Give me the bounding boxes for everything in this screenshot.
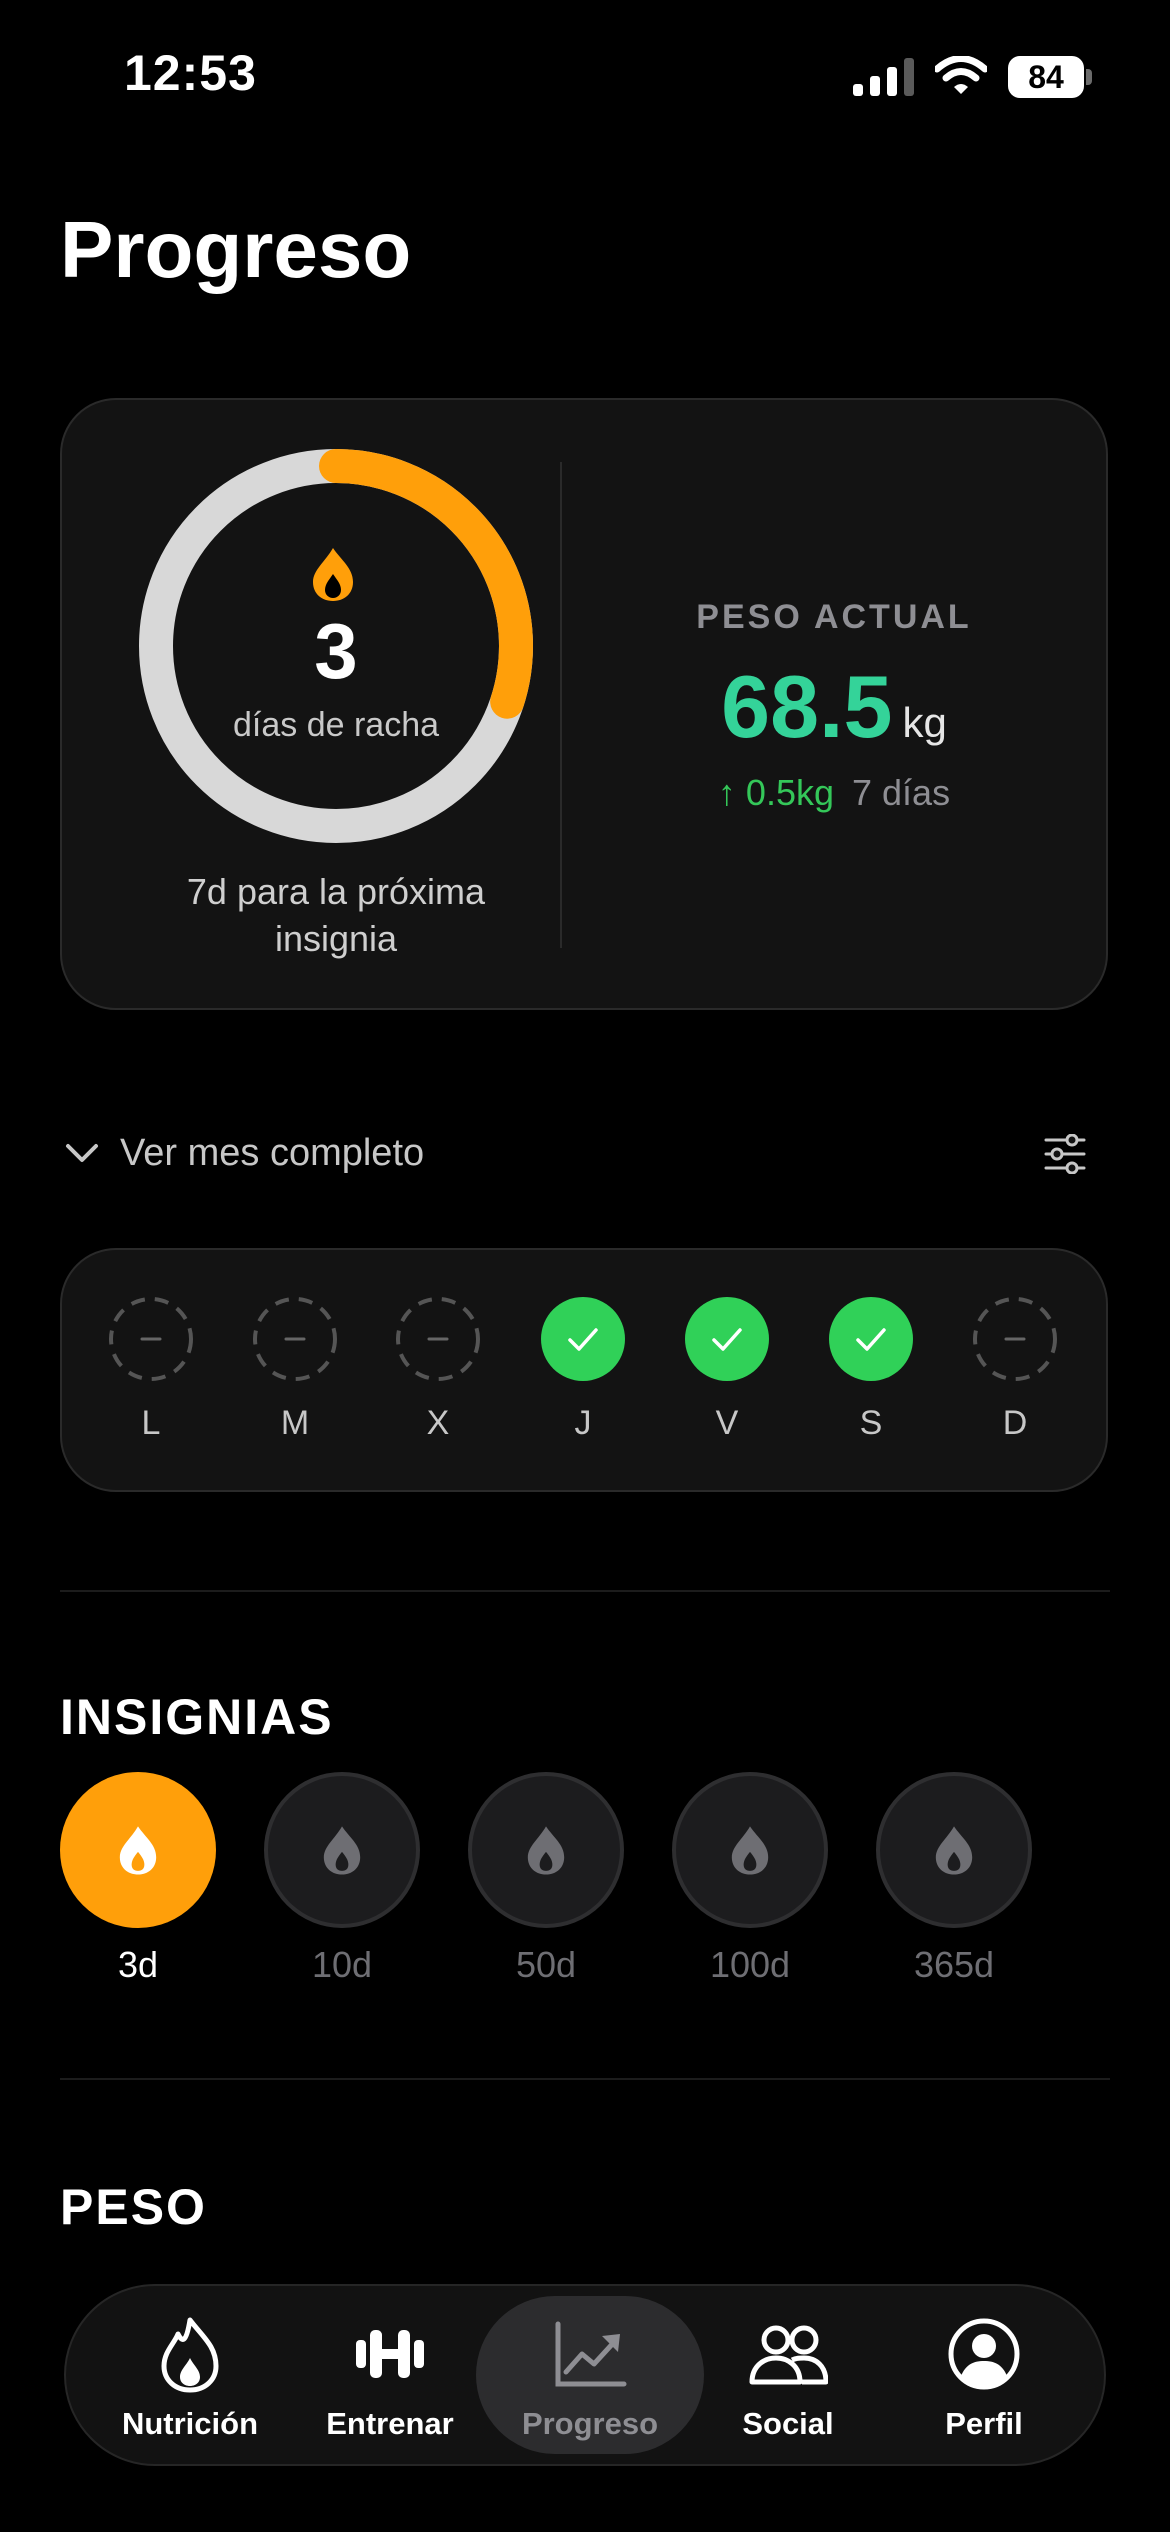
view-full-month-label: Ver mes completo [120,1131,425,1174]
day-V[interactable]: V [682,1296,772,1442]
tab-perfil[interactable]: Perfil [884,2300,1084,2450]
weight-delta: ↑ 0.5kg [717,772,834,813]
tab-label: Progreso [521,2406,659,2441]
day-X[interactable]: X [393,1296,483,1442]
weight-value: 68.5 [721,657,893,756]
badge-circle [876,1772,1032,1928]
dash-icon [109,1297,193,1381]
battery-indicator: 84 [1008,56,1092,98]
tab-social[interactable]: Social [688,2300,888,2450]
section-divider [60,1590,1110,1592]
tab-label: Entrenar [326,2406,454,2441]
cellular-signal-icon [853,58,914,96]
day-label: S [859,1404,883,1442]
badges-title: INSIGNIAS [60,1689,334,1745]
day-J[interactable]: J [538,1296,628,1442]
battery-level: 84 [1008,56,1084,98]
badge-label: 10d [311,1944,373,1985]
badge-100d[interactable]: 100d [672,1772,828,1985]
day-label: J [574,1404,592,1442]
dash-icon [973,1297,1057,1381]
current-weight-label: PESO ACTUAL [696,598,972,636]
tab-nutricion[interactable]: Nutrición [90,2300,290,2450]
page-title: Progreso [60,205,412,294]
sliders-icon[interactable] [1044,1134,1086,1174]
day-L[interactable]: L [106,1296,196,1442]
check-icon [829,1297,913,1381]
badge-3d[interactable]: 3d [60,1772,216,1985]
dumbbell-icon [356,2330,424,2378]
badge-365d[interactable]: 365d [876,1772,1032,1985]
weight-period: 7 días [852,772,951,813]
profile-icon [948,2318,1020,2390]
tab-progreso[interactable]: Progreso [490,2300,690,2450]
view-full-month-toggle[interactable]: Ver mes completo [62,1128,424,1178]
dash-icon [396,1297,480,1381]
badge-label: 365d [913,1944,995,1985]
badge-circle [468,1772,624,1928]
tab-label: Perfil [945,2406,1023,2441]
card-divider [560,462,562,948]
flame-icon [731,1826,769,1875]
people-icon [749,2325,828,2385]
check-icon [685,1297,769,1381]
dash-icon [253,1297,337,1381]
tab-label: Nutrición [121,2406,259,2441]
badge-circle [60,1772,216,1928]
status-time: 12:53 [124,45,257,101]
weight-section-title: PESO [60,2179,207,2235]
chevron-down-icon [66,1144,98,1162]
flame-icon [323,1826,361,1875]
badge-label: 100d [709,1944,791,1985]
day-label: X [426,1404,450,1442]
flame-icon [313,548,353,601]
tab-entrenar[interactable]: Entrenar [290,2300,490,2450]
badge-label: 50d [515,1944,577,1985]
chart-icon [555,2321,627,2387]
check-icon [541,1297,625,1381]
day-label: L [141,1404,161,1442]
weight-unit: kg [902,699,947,746]
badge-50d[interactable]: 50d [468,1772,624,1985]
day-label: D [1002,1404,1028,1442]
day-D[interactable]: D [970,1296,1060,1442]
badge-circle [264,1772,420,1928]
day-S[interactable]: S [826,1296,916,1442]
badge-label: 3d [117,1944,159,1985]
tab-label: Social [742,2406,834,2441]
day-M[interactable]: M [250,1296,340,1442]
flame-icon [527,1826,565,1875]
badge-circle [672,1772,828,1928]
flame-icon [161,2317,219,2393]
next-badge-text: 7d para la próxima insignia [186,871,486,959]
wifi-icon [935,56,987,94]
streak-label: días de racha [232,706,440,744]
day-label: M [280,1404,310,1442]
flame-icon [119,1826,157,1875]
flame-icon [935,1826,973,1875]
day-label: V [715,1404,739,1442]
current-weight: 68.5 kg [600,656,1068,758]
weight-change: ↑ 0.5kg 7 días [600,772,1068,814]
badge-10d[interactable]: 10d [264,1772,420,1985]
section-divider [60,2078,1110,2080]
streak-days: 3 [314,607,358,695]
